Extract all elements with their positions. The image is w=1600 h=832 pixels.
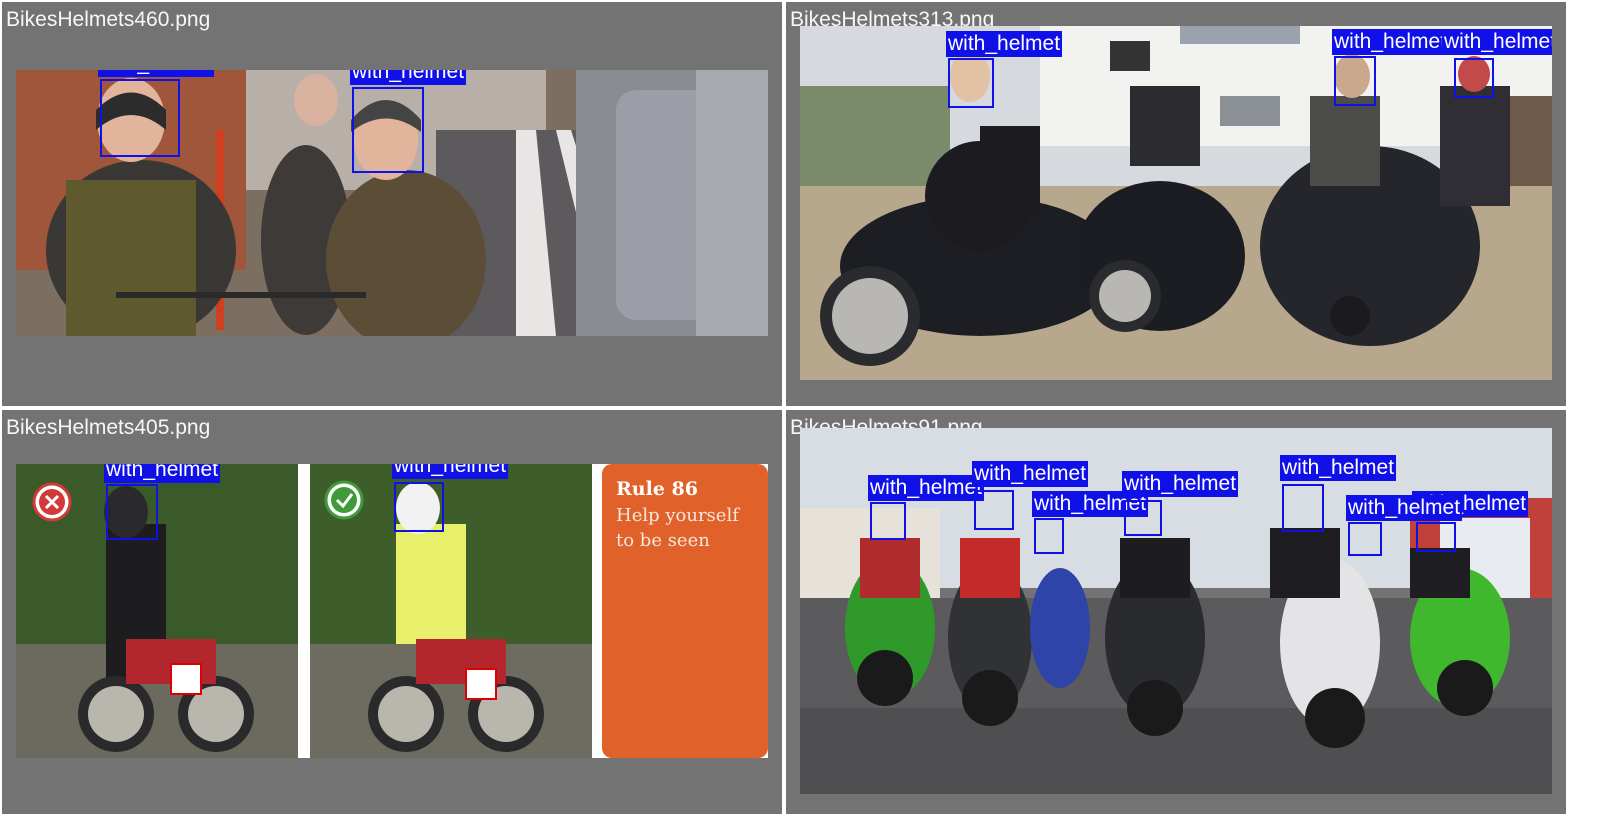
sign-line-1: Help yourself <box>616 505 739 526</box>
panel-bikeshelmets91: BikesHelmets91.png with_helmet with_helm… <box>786 410 1566 814</box>
panel-bikeshelmets460: BikesHelmets460.png with_helmet <box>2 2 782 406</box>
panel-filename: BikesHelmets405.png <box>6 416 211 439</box>
scene-illustration <box>16 70 768 336</box>
image-motorcyclists-building: with_helmet with_helmet with_helmet <box>800 26 1552 380</box>
panel-bikeshelmets405: BikesHelmets405.png Rule 86 Help yoursel… <box>2 410 782 814</box>
image-cyclists-street: with_helmet with_helmet <box>16 70 768 336</box>
panel-bikeshelmets313: BikesHelmets313.png with_helmet with_hel… <box>786 2 1566 406</box>
image-motorcycle-group: with_helmet with_helmet with_helmet with… <box>800 428 1552 794</box>
image-rule-86-poster: Rule 86 Help yourself to be seen with_he… <box>16 464 768 758</box>
panel-filename: BikesHelmets460.png <box>6 8 211 31</box>
scene-illustration <box>800 26 1552 380</box>
sign-title: Rule 86 <box>616 478 698 500</box>
sign-line-2: to be seen <box>616 530 710 551</box>
scene-illustration <box>800 428 1552 794</box>
